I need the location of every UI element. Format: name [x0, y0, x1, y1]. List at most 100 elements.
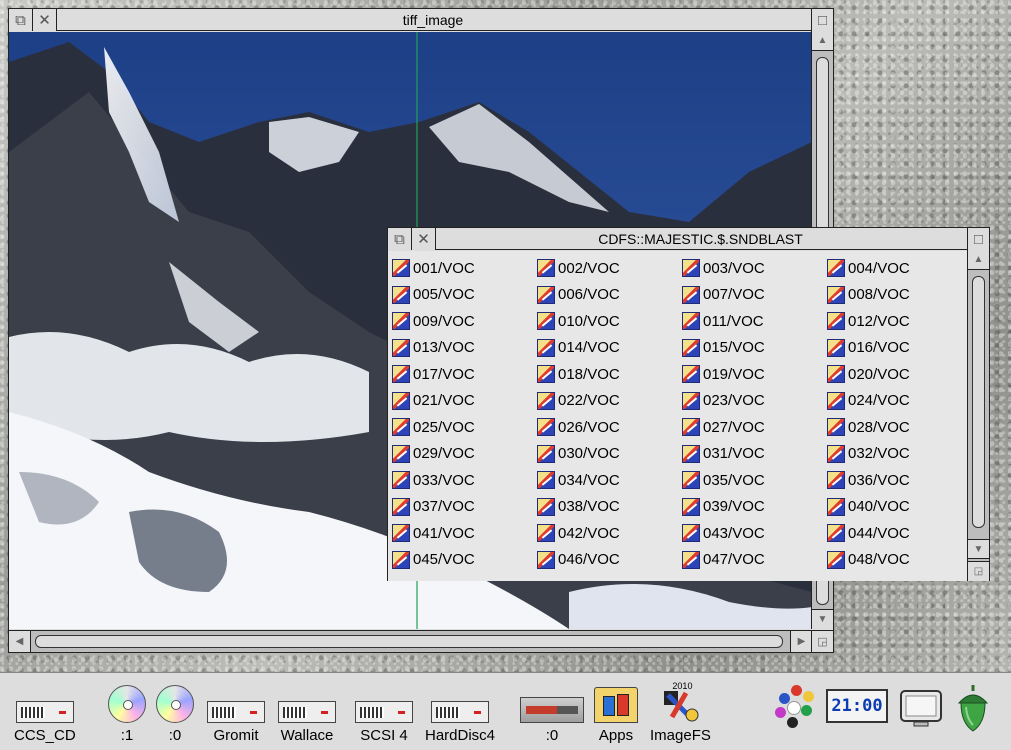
resize-icon[interactable]: ◲ — [968, 561, 989, 581]
close-icon[interactable]: ✕ — [412, 228, 436, 250]
toggle-size-icon[interactable]: □ — [967, 228, 989, 250]
title-bar[interactable]: ⧉ ✕ CDFS::MAJESTIC.$.SNDBLAST □ — [388, 228, 989, 250]
file-item[interactable]: 019/VOC — [682, 361, 827, 388]
file-item[interactable]: 001/VOC — [392, 255, 537, 282]
file-item[interactable]: 042/VOC — [537, 520, 682, 547]
file-label: 015/VOC — [703, 339, 765, 357]
resize-icon[interactable]: ◲ — [811, 630, 833, 652]
scroll-down-icon[interactable]: ▼ — [968, 539, 989, 559]
file-item[interactable]: 033/VOC — [392, 467, 537, 494]
file-item[interactable]: 015/VOC — [682, 335, 827, 362]
file-item[interactable]: 018/VOC — [537, 361, 682, 388]
file-item[interactable]: 004/VOC — [827, 255, 968, 282]
back-icon[interactable]: ⧉ — [388, 228, 412, 250]
sound-file-icon — [537, 259, 555, 278]
file-item[interactable]: 040/VOC — [827, 494, 968, 521]
title-bar[interactable]: ⧉ ✕ tiff_image □ — [9, 9, 833, 31]
sound-file-icon — [827, 259, 845, 278]
scroll-right-icon[interactable]: ▶ — [790, 631, 812, 652]
scroll-up-icon[interactable]: ▲ — [812, 31, 833, 51]
sound-file-icon — [392, 497, 410, 516]
back-icon[interactable]: ⧉ — [9, 9, 33, 31]
iconbar-label: HardDisc4 — [425, 727, 496, 744]
file-label: 036/VOC — [848, 471, 910, 489]
iconbar-ccs-cd[interactable]: CCS_CD — [14, 679, 76, 744]
iconbar-wallace[interactable]: Wallace — [278, 679, 336, 744]
sound-file-icon — [682, 285, 700, 304]
iconbar-ram-disc[interactable]: :0 — [520, 679, 584, 744]
file-item[interactable]: 011/VOC — [682, 308, 827, 335]
file-item[interactable]: 041/VOC — [392, 520, 537, 547]
iconbar-apps[interactable]: Apps — [594, 679, 638, 744]
file-label: 037/VOC — [413, 498, 475, 516]
scroll-up-icon[interactable]: ▲ — [968, 250, 989, 270]
horizontal-scrollbar[interactable]: ◀ ▶ — [9, 630, 812, 652]
file-item[interactable]: 009/VOC — [392, 308, 537, 335]
scroll-left-icon[interactable]: ◀ — [9, 631, 31, 652]
file-item[interactable]: 046/VOC — [537, 547, 682, 574]
file-item[interactable]: 028/VOC — [827, 414, 968, 441]
iconbar-imagefs[interactable]: 2010 ImageFS — [650, 679, 711, 744]
acorn-icon[interactable] — [953, 681, 993, 737]
close-icon[interactable]: ✕ — [33, 9, 57, 31]
file-item[interactable]: 030/VOC — [537, 441, 682, 468]
display-icon[interactable] — [898, 685, 944, 731]
file-item[interactable]: 035/VOC — [682, 467, 827, 494]
file-item[interactable]: 023/VOC — [682, 388, 827, 415]
file-item[interactable]: 014/VOC — [537, 335, 682, 362]
iconbar-cd-0[interactable]: :0 — [156, 679, 194, 744]
file-item[interactable]: 010/VOC — [537, 308, 682, 335]
file-item[interactable]: 031/VOC — [682, 441, 827, 468]
sound-file-icon — [682, 444, 700, 463]
vertical-scroll-thumb[interactable] — [972, 276, 985, 528]
palette-icon[interactable] — [771, 685, 815, 733]
file-item[interactable]: 022/VOC — [537, 388, 682, 415]
iconbar-harddisc4[interactable]: HardDisc4 — [425, 679, 495, 744]
file-label: 013/VOC — [413, 339, 475, 357]
file-item[interactable]: 013/VOC — [392, 335, 537, 362]
clock[interactable]: 21:00 — [826, 689, 888, 723]
file-item[interactable]: 037/VOC — [392, 494, 537, 521]
file-item[interactable]: 038/VOC — [537, 494, 682, 521]
file-item[interactable]: 034/VOC — [537, 467, 682, 494]
apps-icon — [594, 687, 638, 723]
file-item[interactable]: 024/VOC — [827, 388, 968, 415]
file-item[interactable]: 045/VOC — [392, 547, 537, 574]
file-item[interactable]: 032/VOC — [827, 441, 968, 468]
file-item[interactable]: 036/VOC — [827, 467, 968, 494]
file-item[interactable]: 029/VOC — [392, 441, 537, 468]
file-item[interactable]: 006/VOC — [537, 282, 682, 309]
file-item[interactable]: 026/VOC — [537, 414, 682, 441]
sound-file-icon — [682, 391, 700, 410]
file-item[interactable]: 044/VOC — [827, 520, 968, 547]
file-item[interactable]: 007/VOC — [682, 282, 827, 309]
file-label: 047/VOC — [703, 551, 765, 569]
file-item[interactable]: 017/VOC — [392, 361, 537, 388]
file-item[interactable]: 021/VOC — [392, 388, 537, 415]
file-item[interactable]: 002/VOC — [537, 255, 682, 282]
file-item[interactable]: 027/VOC — [682, 414, 827, 441]
imagefs-tag: 2010 — [672, 681, 693, 691]
horizontal-scroll-thumb[interactable] — [35, 635, 783, 648]
iconbar-scsi-4[interactable]: SCSI 4 — [355, 679, 413, 744]
file-item[interactable]: 016/VOC — [827, 335, 968, 362]
vertical-scrollbar[interactable]: ▲ ▼ ◲ — [967, 250, 989, 581]
file-item[interactable]: 043/VOC — [682, 520, 827, 547]
file-item[interactable]: 048/VOC — [827, 547, 968, 574]
file-item[interactable]: 008/VOC — [827, 282, 968, 309]
iconbar-cd-1[interactable]: :1 — [108, 679, 146, 744]
file-item[interactable]: 039/VOC — [682, 494, 827, 521]
file-item[interactable]: 003/VOC — [682, 255, 827, 282]
file-item[interactable]: 005/VOC — [392, 282, 537, 309]
sound-file-icon — [392, 365, 410, 384]
filer-window[interactable]: ⧉ ✕ CDFS::MAJESTIC.$.SNDBLAST □ 001/VOC 0… — [387, 227, 990, 581]
iconbar-gromit[interactable]: Gromit — [207, 679, 265, 744]
file-label: 026/VOC — [558, 418, 620, 436]
toggle-size-icon[interactable]: □ — [811, 9, 833, 31]
file-item[interactable]: 012/VOC — [827, 308, 968, 335]
file-item[interactable]: 020/VOC — [827, 361, 968, 388]
scroll-down-icon[interactable]: ▼ — [812, 609, 833, 629]
file-item[interactable]: 025/VOC — [392, 414, 537, 441]
sound-file-icon — [827, 365, 845, 384]
file-item[interactable]: 047/VOC — [682, 547, 827, 574]
